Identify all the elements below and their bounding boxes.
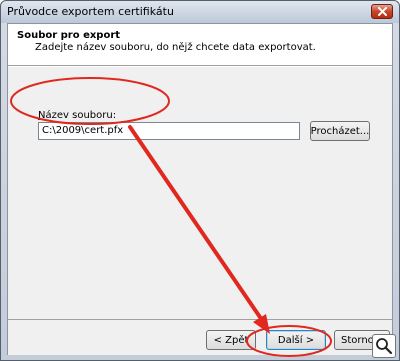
close-icon (377, 7, 387, 16)
filename-label: Název souboru: (38, 110, 116, 121)
close-button[interactable] (371, 4, 393, 19)
wizard-header: Soubor pro export Zadejte název souboru,… (8, 24, 392, 66)
magnifier-icon (376, 338, 393, 355)
filename-input[interactable]: C:\2009\cert.pfx (38, 122, 300, 140)
wizard-client-area: Soubor pro export Zadejte název souboru,… (7, 23, 393, 355)
next-button[interactable]: Další > (266, 330, 326, 350)
filename-label-text: ázev souboru: (45, 110, 117, 121)
browse-button[interactable]: Procházet... (310, 121, 370, 141)
wizard-footer: < Zpět Další > Storno (8, 320, 392, 355)
title-bar[interactable]: Průvodce exportem certifikátu (1, 1, 399, 23)
export-wizard-window: Průvodce exportem certifikátu Soubor pro… (0, 0, 400, 361)
back-button[interactable]: < Zpět (206, 330, 256, 350)
wizard-body: Název souboru: C:\2009\cert.pfx Procháze… (8, 67, 392, 319)
zoom-badge[interactable] (372, 334, 396, 358)
page-title: Soubor pro export (17, 30, 121, 41)
window-title: Průvodce exportem certifikátu (7, 5, 174, 18)
page-subtitle: Zadejte název souboru, do nějž chcete da… (35, 42, 316, 53)
